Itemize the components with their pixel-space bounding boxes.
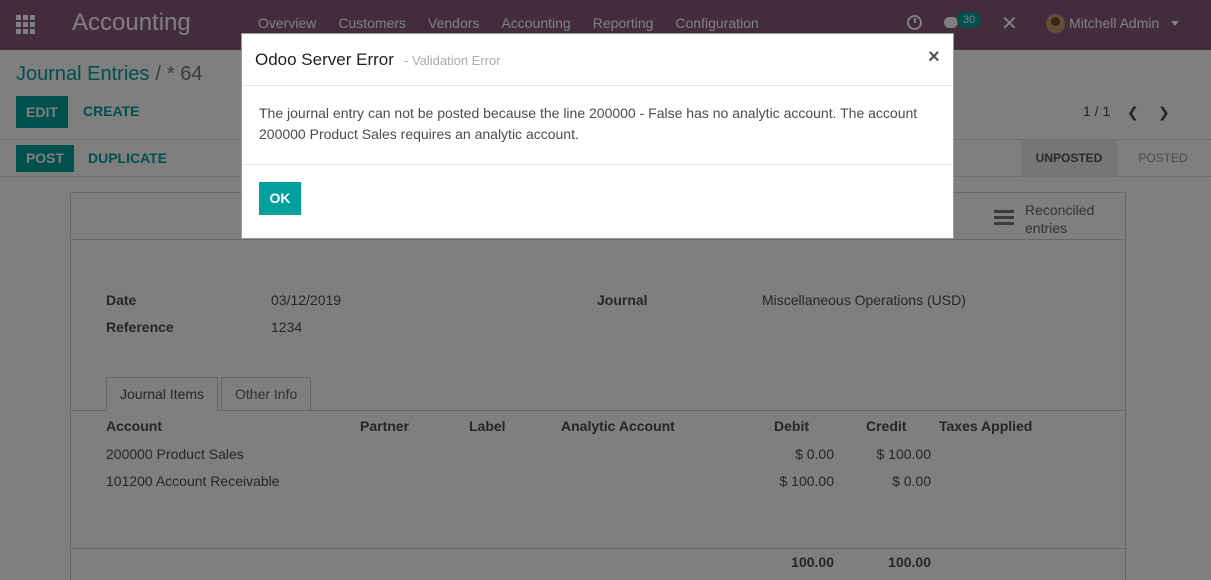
- dialog-header: Odoo Server Error - Validation Error ×: [242, 34, 953, 86]
- error-dialog: Odoo Server Error - Validation Error × T…: [241, 33, 954, 239]
- dialog-subtitle: - Validation Error: [404, 53, 501, 68]
- dialog-title: Odoo Server Error: [255, 50, 394, 69]
- dialog-message: The journal entry can not be posted beca…: [259, 105, 918, 142]
- close-icon[interactable]: ×: [928, 46, 940, 69]
- ok-button[interactable]: OK: [259, 182, 301, 215]
- dialog-footer-divider: [242, 164, 953, 165]
